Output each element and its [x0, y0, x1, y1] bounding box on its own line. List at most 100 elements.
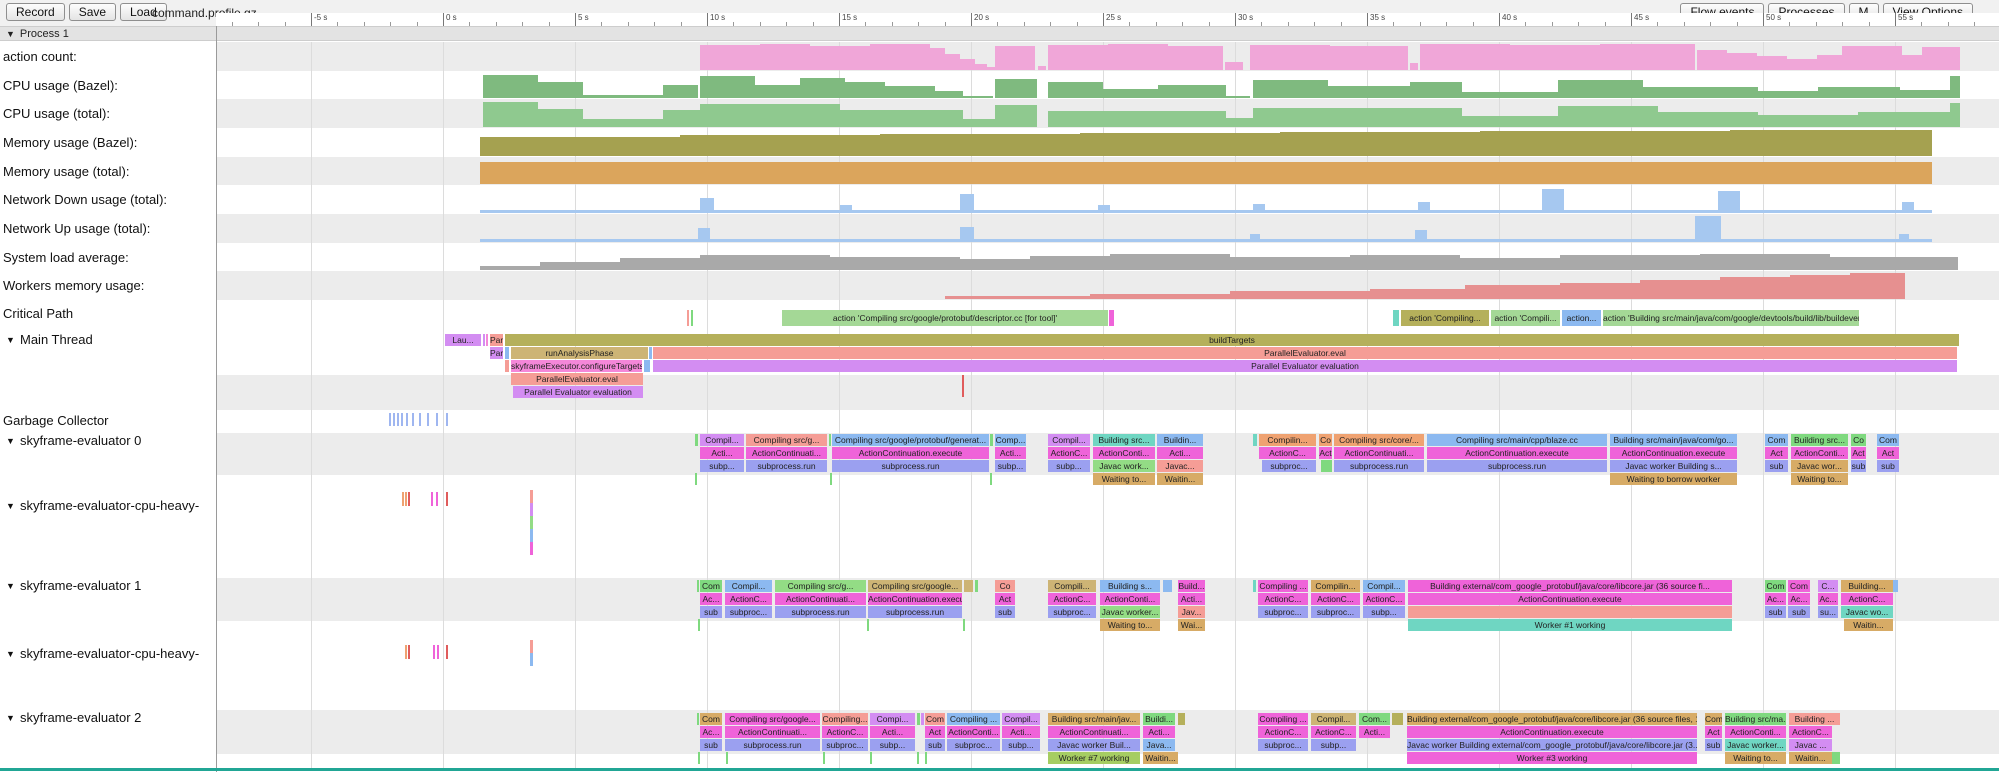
trace-span[interactable]: Wai... — [1178, 619, 1205, 631]
trace-span[interactable]: Javac ... — [1789, 739, 1832, 751]
trace-span[interactable]: Javac wor... — [1791, 460, 1848, 472]
trace-span[interactable]: ActionC... — [1048, 447, 1090, 459]
trace-span[interactable]: Acti... — [1002, 726, 1040, 738]
trace-span[interactable]: Compil... — [1048, 434, 1090, 446]
trace-span[interactable]: ActionC... — [822, 726, 868, 738]
trace-span[interactable]: Waitin... — [1157, 473, 1203, 485]
trace-span[interactable]: Ac... — [1818, 593, 1838, 605]
trace-span[interactable]: Javac worker Buil... — [1048, 739, 1140, 751]
trace-span[interactable]: Worker #1 working — [1408, 619, 1732, 631]
trace-span[interactable]: runAnalysisPhase — [511, 347, 648, 359]
trace-span[interactable]: ActionContinuation.execute — [1407, 726, 1697, 738]
trace-span[interactable]: action 'Building src/main/java/com/googl… — [1603, 310, 1859, 326]
trace-span[interactable]: sub — [700, 606, 722, 618]
trace-span[interactable] — [1253, 434, 1257, 446]
trace-span[interactable]: ActionConti... — [1725, 726, 1786, 738]
trace-span[interactable]: Waitin... — [1844, 619, 1893, 631]
trace-span[interactable] — [687, 310, 689, 326]
save-button[interactable]: Save — [69, 3, 116, 21]
trace-span[interactable]: Com... — [1359, 713, 1390, 725]
trace-span[interactable]: ActionC... — [1258, 726, 1308, 738]
trace-span[interactable]: Parallel Evaluator evaluation — [653, 360, 1957, 372]
trace-span[interactable]: Building external/com_google_protobuf/ja… — [1407, 713, 1697, 725]
trace-span[interactable]: sub — [1851, 460, 1866, 472]
trace-span[interactable]: sub — [1705, 739, 1722, 751]
trace-span[interactable]: subproc... — [947, 739, 1000, 751]
event-tick[interactable] — [530, 490, 533, 503]
trace-span[interactable]: Building src/main/jav... — [1048, 713, 1140, 725]
event-tick[interactable] — [962, 375, 964, 397]
trace-span[interactable]: Acti... — [1359, 726, 1390, 738]
event-tick[interactable] — [446, 492, 448, 506]
event-tick[interactable] — [431, 492, 433, 506]
event-tick[interactable] — [446, 645, 448, 659]
trace-span[interactable]: Lau... — [445, 334, 481, 346]
event-tick[interactable] — [530, 516, 533, 529]
trace-span[interactable]: ActionContinuati... — [1048, 726, 1140, 738]
trace-span[interactable]: Compil... — [700, 434, 744, 446]
trace-span[interactable]: Javac wo... — [1841, 606, 1893, 618]
event-tick[interactable] — [436, 413, 438, 426]
trace-span[interactable]: subprocess.run — [775, 606, 866, 618]
trace-span[interactable]: Comp... — [995, 434, 1026, 446]
trace-span[interactable] — [695, 473, 697, 485]
trace-span[interactable] — [1163, 580, 1172, 592]
trace-span[interactable]: action... — [1562, 310, 1601, 326]
event-tick[interactable] — [427, 413, 429, 426]
trace-span[interactable]: Act — [1877, 447, 1899, 459]
trace-span[interactable]: Com — [1705, 713, 1722, 725]
track-label-critical-path[interactable]: Critical Path — [3, 306, 73, 321]
trace-span[interactable] — [649, 347, 652, 359]
trace-span[interactable]: Acti... — [1143, 726, 1175, 738]
trace-span[interactable]: subproc... — [725, 606, 772, 618]
trace-span[interactable]: Par — [490, 347, 503, 359]
trace-span[interactable]: Build... — [1178, 580, 1205, 592]
trace-span[interactable]: subproc... — [1311, 606, 1360, 618]
trace-span[interactable]: Compiling src/main/cpp/blaze.cc — [1427, 434, 1607, 446]
trace-span[interactable]: Javac worker... — [1725, 739, 1786, 751]
trace-span[interactable]: ActionContinuation.execute — [832, 447, 989, 459]
trace-span[interactable]: sub — [700, 739, 722, 751]
trace-span[interactable]: subproc... — [1048, 606, 1096, 618]
trace-span[interactable]: Buildi... — [1143, 713, 1175, 725]
trace-span[interactable] — [505, 360, 509, 372]
trace-span[interactable]: Co — [995, 580, 1015, 592]
trace-span[interactable]: buildTargets — [505, 334, 1959, 346]
trace-span[interactable]: subproc... — [822, 739, 868, 751]
timeline-stage[interactable]: action count:CPU usage (Bazel):CPU usage… — [0, 0, 1999, 772]
trace-span[interactable] — [486, 334, 488, 346]
trace-span[interactable]: su... — [1818, 606, 1838, 618]
trace-span[interactable]: Waitin... — [1789, 752, 1832, 764]
trace-span[interactable]: sub — [995, 606, 1015, 618]
trace-span[interactable]: Com — [700, 713, 722, 725]
trace-span[interactable] — [990, 434, 993, 446]
trace-span[interactable]: ActionC... — [1048, 593, 1096, 605]
trace-span[interactable]: Javac worker... — [1100, 606, 1160, 618]
event-tick[interactable] — [405, 645, 407, 659]
trace-span[interactable]: subp... — [1048, 460, 1090, 472]
trace-span[interactable] — [917, 713, 920, 725]
trace-span[interactable]: Act — [925, 726, 945, 738]
trace-span[interactable]: Act — [1319, 447, 1332, 459]
trace-span[interactable]: ActionContinuation.execute — [1610, 447, 1737, 459]
trace-span[interactable]: Compil... — [1002, 713, 1040, 725]
track-label-skyframe-evaluator-cpu-heavy-1[interactable]: ▼skyframe-evaluator-cpu-heavy- — [6, 498, 199, 513]
trace-span[interactable]: ActionContinuati... — [1334, 447, 1424, 459]
trace-span[interactable]: Compiling src/google... — [868, 580, 962, 592]
trace-span[interactable]: Compil... — [1311, 713, 1356, 725]
event-tick[interactable] — [436, 492, 438, 506]
collapse-arrow-icon[interactable]: ▼ — [6, 649, 20, 659]
collapse-arrow-icon[interactable]: ▼ — [6, 436, 20, 446]
trace-span[interactable]: Compilin... — [1259, 434, 1316, 446]
trace-span[interactable]: subp... — [1363, 606, 1405, 618]
trace-span[interactable]: subp... — [870, 739, 915, 751]
track-label-main-thread[interactable]: ▼Main Thread — [6, 332, 93, 347]
trace-span[interactable] — [870, 752, 872, 764]
trace-span[interactable] — [1408, 606, 1732, 618]
trace-span[interactable] — [964, 580, 973, 592]
trace-span[interactable]: Building s... — [1100, 580, 1160, 592]
event-tick[interactable] — [397, 413, 399, 426]
event-tick[interactable] — [530, 542, 533, 555]
trace-span[interactable]: ActionC... — [1841, 593, 1893, 605]
trace-span[interactable] — [698, 752, 700, 764]
